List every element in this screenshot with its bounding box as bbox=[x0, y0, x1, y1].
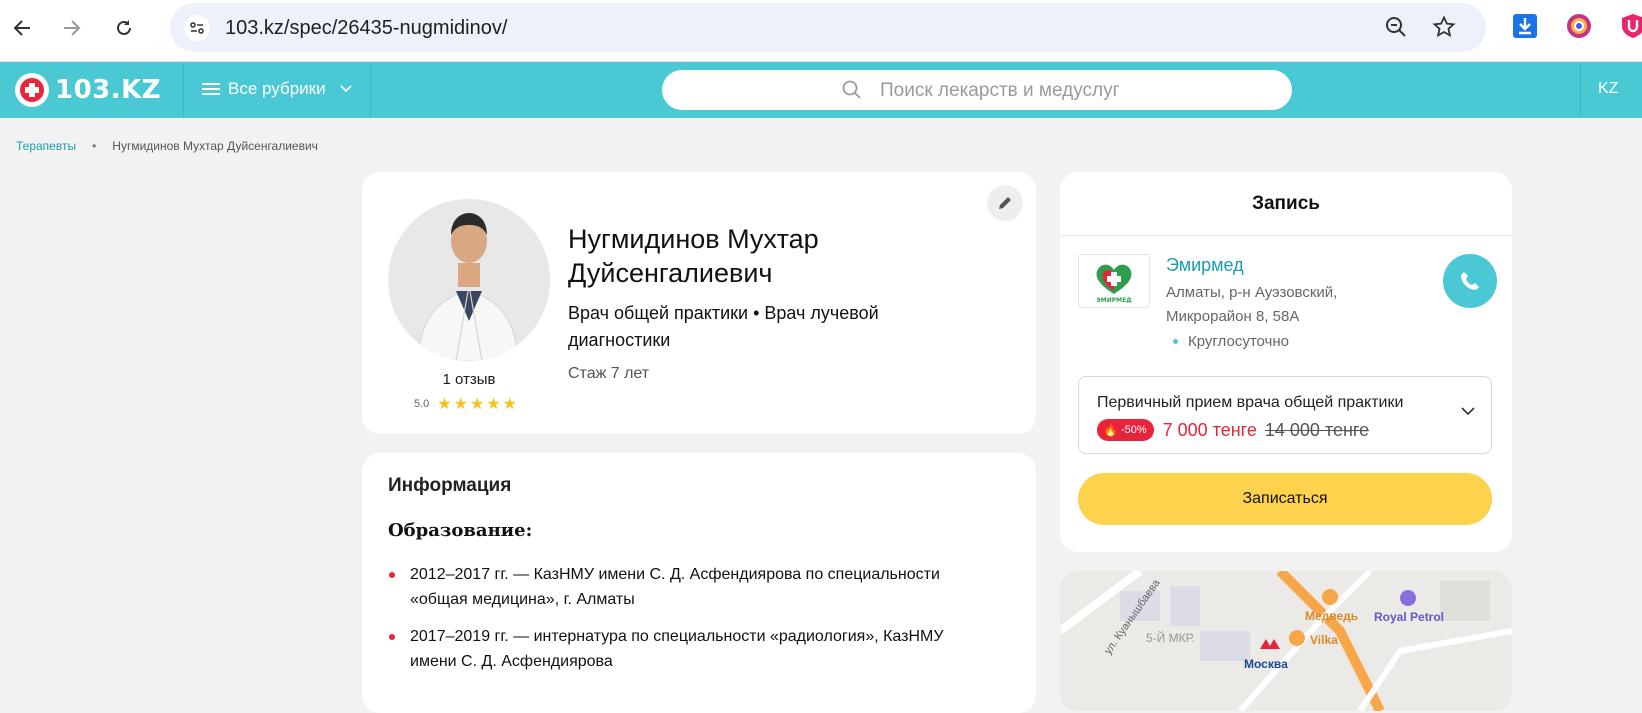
site-header: 103.KZ Все рубрики KZ bbox=[0, 62, 1642, 118]
old-price: 14 000 тенге bbox=[1264, 419, 1370, 440]
forward-icon[interactable] bbox=[58, 14, 86, 42]
rating-stars: ★ ★ ★ ★ ★ bbox=[437, 394, 519, 414]
rubrics-label: Все рубрики bbox=[228, 79, 326, 98]
clinic-name-link[interactable]: Эмирмед bbox=[1166, 255, 1244, 276]
discount-badge: 🔥 -50% bbox=[1097, 419, 1154, 441]
booking-card: Запись ЭМИРМЕД Эмирмед Алматы, р-н Ауэзо… bbox=[1060, 172, 1512, 552]
map-poi-label: Vilka bbox=[1310, 633, 1338, 647]
reload-icon[interactable] bbox=[110, 14, 138, 42]
pencil-icon bbox=[999, 197, 1011, 209]
rating: 5.0 ★ ★ ★ ★ ★ bbox=[414, 394, 519, 414]
breadcrumb: Терапевты • Нугмидинов Мухтар Дуйсенгали… bbox=[16, 139, 318, 153]
menu-icon bbox=[202, 80, 220, 98]
doctor-specialty: Врач общей практики • Врач лучевой диагн… bbox=[568, 303, 879, 350]
browser-toolbar: 103.kz/spec/26435-nugmidinov/ bbox=[0, 0, 1642, 62]
fire-icon: 🔥 bbox=[1103, 423, 1118, 437]
site-logo[interactable]: 103.KZ bbox=[15, 73, 161, 107]
star-icon: ★ bbox=[469, 396, 485, 413]
language-switch[interactable]: KZ bbox=[1598, 80, 1618, 98]
book-appointment-button[interactable]: Записаться bbox=[1078, 473, 1492, 525]
search-input[interactable] bbox=[878, 76, 1262, 106]
star-icon: ★ bbox=[486, 396, 501, 413]
doctor-name: Нугмидинов Мухтар Дуйсенгалиевич bbox=[568, 224, 819, 288]
breadcrumb-separator: • bbox=[92, 139, 97, 153]
header-divider bbox=[1580, 62, 1581, 118]
clinic-hours: Круглосуточно bbox=[1173, 333, 1289, 350]
all-rubrics-menu[interactable]: Все рубрики bbox=[202, 79, 352, 99]
map-district-label: 5-Й МКР. bbox=[1146, 631, 1195, 645]
price-row: 🔥 -50% 7 000 тенге 14 000 тенге bbox=[1097, 419, 1369, 441]
map-poi-label: Royal Petrol bbox=[1374, 610, 1445, 624]
url-text[interactable]: 103.kz/spec/26435-nugmidinov/ bbox=[225, 17, 507, 40]
map-metro-label: Москва bbox=[1244, 657, 1288, 671]
doctor-photo bbox=[388, 199, 550, 361]
clinic-heart-logo: ЭМИРМЕД bbox=[1096, 264, 1132, 304]
map-poi-label: Медведь bbox=[1305, 609, 1359, 623]
information-card: Информация Образование: 2012–2017 гг. — … bbox=[362, 453, 1036, 713]
color-picker-extension-icon[interactable] bbox=[1566, 13, 1592, 39]
new-price: 7 000 тенге bbox=[1162, 419, 1257, 440]
breadcrumb-current: Нугмидинов Мухтар Дуйсенгалиевич bbox=[112, 139, 318, 153]
site-settings-icon[interactable] bbox=[184, 15, 210, 41]
list-item: 2017–2019 гг. — интернатура по специальн… bbox=[388, 624, 988, 674]
doctor-profile-card: 1 отзыв 5.0 ★ ★ ★ ★ ★ Нугмидинов Мухтар … bbox=[362, 172, 1036, 434]
rating-value: 5.0 bbox=[414, 398, 430, 410]
map-widget[interactable]: ул. Куанышбаева 5-Й МКР. Медведь Vilka М… bbox=[1060, 571, 1512, 711]
clinic-address: Алматы, р-н Ауэзовский, Микрорайон 8, 58… bbox=[1166, 284, 1338, 325]
download-icon[interactable] bbox=[1512, 13, 1538, 39]
chevron-down-icon[interactable] bbox=[1461, 407, 1475, 416]
search-box[interactable] bbox=[662, 70, 1292, 110]
reviews-count[interactable]: 1 отзыв bbox=[388, 371, 550, 388]
map-tiles bbox=[1060, 571, 1512, 711]
logo-text: 103.KZ bbox=[55, 75, 162, 105]
call-button[interactable] bbox=[1443, 254, 1497, 308]
service-select[interactable]: Первичный прием врача общей практики 🔥 -… bbox=[1078, 376, 1492, 454]
address-bar[interactable]: 103.kz/spec/26435-nugmidinov/ bbox=[170, 3, 1486, 52]
star-icon: ★ bbox=[453, 396, 468, 413]
star-icon: ★ bbox=[502, 396, 518, 413]
back-icon[interactable] bbox=[8, 14, 36, 42]
header-divider bbox=[183, 62, 184, 118]
bookmark-star-icon[interactable] bbox=[1432, 15, 1456, 44]
star-icon: ★ bbox=[437, 396, 452, 413]
information-title: Информация bbox=[388, 475, 512, 496]
logo-cross-icon bbox=[15, 73, 49, 107]
svg-text:ЭМИРМЕД: ЭМИРМЕД bbox=[1096, 297, 1131, 304]
list-item: 2012–2017 гг. — КазНМУ имени С. Д. Асфен… bbox=[388, 562, 988, 612]
discount-value: -50% bbox=[1120, 424, 1147, 436]
zoom-icon[interactable] bbox=[1384, 15, 1408, 44]
search-icon bbox=[842, 80, 861, 99]
shield-extension-icon[interactable] bbox=[1620, 13, 1642, 39]
chevron-down-icon bbox=[340, 85, 352, 93]
education-list: 2012–2017 гг. — КазНМУ имени С. Д. Асфен… bbox=[388, 562, 988, 686]
edit-button[interactable] bbox=[987, 185, 1023, 221]
service-name: Первичный прием врача общей практики bbox=[1097, 394, 1404, 411]
education-title: Образование: bbox=[388, 520, 533, 541]
breadcrumb-link-therapists[interactable]: Терапевты bbox=[16, 139, 76, 153]
doctor-experience: Стаж 7 лет bbox=[568, 365, 650, 382]
header-divider bbox=[370, 62, 371, 118]
phone-icon bbox=[1461, 272, 1479, 290]
clinic-logo[interactable]: ЭМИРМЕД bbox=[1078, 254, 1150, 308]
booking-title: Запись bbox=[1060, 172, 1512, 236]
